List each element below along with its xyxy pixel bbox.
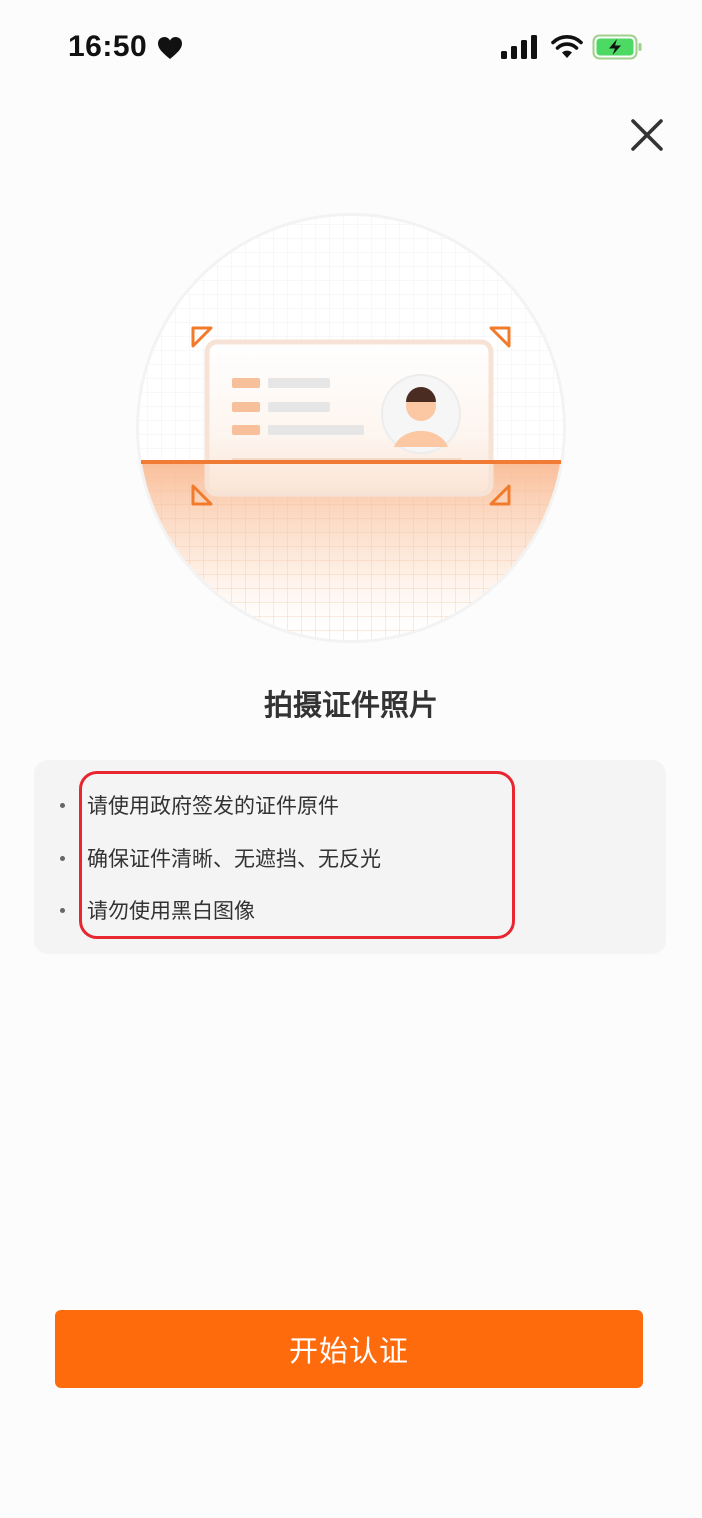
bullet-dot (60, 855, 65, 861)
highlight-annotation-box (79, 771, 515, 939)
heart-icon (158, 37, 182, 59)
start-verification-button[interactable]: 开始认证 (55, 1310, 643, 1388)
wifi-icon (551, 35, 583, 58)
close-icon[interactable] (624, 112, 670, 158)
status-bar: 16:50 (0, 0, 702, 96)
status-time: 16:50 (68, 30, 148, 63)
bullet-dot (60, 802, 65, 808)
signal-icon (501, 35, 537, 59)
bullet-dot (60, 907, 65, 913)
battery-charging-icon (592, 34, 642, 60)
id-card-scan-illustration (136, 213, 566, 643)
page-title: 拍摄证件照片 (263, 688, 438, 722)
